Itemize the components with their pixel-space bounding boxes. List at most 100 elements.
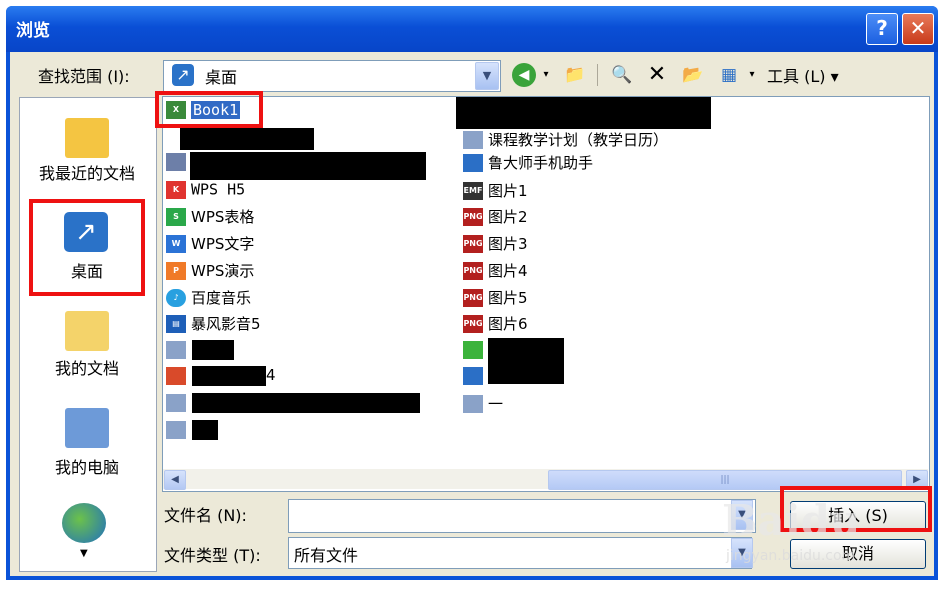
file-name: 图片4 [488, 262, 528, 280]
file-name: 一 [488, 395, 504, 413]
search-web-icon[interactable]: 🔍 [609, 63, 635, 87]
delete-icon[interactable]: ✕ [644, 63, 670, 87]
scroll-left-icon[interactable]: ◀ [164, 470, 186, 490]
close-button[interactable]: ✕ [902, 13, 934, 45]
my-computer-icon [65, 408, 109, 448]
png-file-icon: PNG [463, 288, 483, 307]
file-name: 图片6 [488, 315, 528, 333]
word-file-icon [166, 420, 186, 439]
file-name: 图片3 [488, 235, 528, 253]
shortcut-icon [166, 152, 186, 171]
file-name: WPS表格 [191, 208, 255, 226]
places-scroll-down-icon[interactable]: ▼ [80, 548, 88, 559]
list-item[interactable]: ♪ 百度音乐 [166, 287, 251, 308]
file-name: 暴风影音5 [191, 315, 261, 333]
filename-input[interactable] [288, 499, 756, 533]
chevron-down-icon[interactable]: ▼ [475, 62, 499, 90]
toolbar-separator [597, 64, 598, 86]
file-name: WPS演示 [191, 262, 255, 280]
look-in-value: 桌面 [205, 68, 238, 87]
views-dropdown-icon[interactable]: ▾ [746, 63, 758, 87]
watermark-url: jingyan.baidu.com [726, 548, 856, 564]
list-item[interactable] [463, 340, 488, 361]
list-item[interactable]: 一 [463, 393, 503, 414]
word-file-icon [166, 340, 186, 359]
redacted-region [190, 152, 426, 180]
file-name: 图片2 [488, 208, 528, 226]
filetype-value: 所有文件 [294, 546, 359, 565]
app-icon [463, 366, 483, 385]
wechat-icon [463, 340, 483, 359]
list-item[interactable] [166, 420, 191, 441]
up-folder-icon[interactable]: 📁 [562, 63, 588, 87]
wps-h5-icon: K [166, 180, 186, 199]
list-item[interactable] [166, 152, 191, 173]
list-item[interactable] [166, 366, 191, 387]
file-name: WPS H5 [191, 180, 246, 199]
list-item[interactable]: W WPS文字 [166, 233, 254, 254]
baidu-music-icon: ♪ [166, 288, 186, 307]
highlight-desktop [29, 199, 145, 296]
word-file-icon [463, 394, 483, 413]
filename-label: 文件名 (N): [164, 506, 247, 525]
wps-spreadsheet-icon: S [166, 207, 186, 226]
redacted-region [180, 128, 314, 150]
new-folder-icon[interactable]: 📂 [680, 63, 706, 87]
redacted-region [192, 420, 218, 440]
emf-file-icon: EMF [463, 181, 483, 200]
my-documents-icon [65, 311, 109, 351]
redacted-region [192, 393, 420, 413]
place-recent[interactable]: 我最近的文档 [19, 100, 155, 190]
list-item[interactable] [166, 340, 191, 361]
wps-writer-icon: W [166, 234, 186, 253]
title-bar[interactable] [6, 6, 938, 52]
file-name: 课程教学计划（教学日历） [488, 131, 669, 149]
file-name: 鲁大师手机助手 [488, 154, 594, 172]
list-item[interactable]: PNG 图片3 [463, 233, 528, 254]
file-name: 图片5 [488, 289, 528, 307]
back-dropdown-icon[interactable]: ▾ [540, 63, 552, 87]
redacted-region [192, 366, 266, 386]
place-my-documents[interactable]: 我的文档 [19, 305, 155, 385]
word-file-icon [166, 393, 186, 412]
list-item[interactable]: PNG 图片6 [463, 313, 528, 334]
list-item[interactable] [166, 393, 191, 414]
file-name: 百度音乐 [191, 289, 252, 307]
file-name-partial: 4 [266, 366, 276, 384]
back-icon[interactable]: ◀ [512, 63, 536, 87]
filetype-label: 文件类型 (T): [164, 546, 261, 565]
list-item[interactable]: S WPS表格 [166, 206, 254, 227]
redacted-region [456, 97, 711, 129]
list-item[interactable]: PNG 图片5 [463, 287, 528, 308]
highlight-book1 [155, 91, 263, 128]
png-file-icon: PNG [463, 207, 483, 226]
list-item[interactable]: P WPS演示 [166, 260, 254, 281]
desktop-icon: ↗ [172, 64, 194, 86]
place-my-computer[interactable]: 我的电脑 [19, 402, 155, 482]
png-file-icon: PNG [463, 314, 483, 333]
list-item[interactable]: EMF 图片1 [463, 180, 528, 201]
network-places-icon[interactable] [62, 503, 106, 543]
list-item[interactable]: PNG 图片4 [463, 260, 528, 281]
watermark-logo: Baidu [722, 496, 861, 545]
tools-menu[interactable]: 工具 (L) ▾ [767, 63, 839, 87]
window-title: 浏览 [16, 21, 50, 41]
list-item[interactable]: PNG 图片2 [463, 206, 528, 227]
place-label-my-documents: 我的文档 [54, 359, 119, 378]
redacted-region [192, 340, 234, 360]
file-name: WPS文字 [191, 235, 255, 253]
views-icon[interactable]: ▦ [716, 63, 742, 87]
list-item[interactable]: ▤ 暴风影音5 [166, 313, 261, 334]
ludashi-icon [463, 153, 483, 172]
list-item[interactable]: 课程教学计划（教学日历） [463, 129, 668, 150]
wps-presentation-icon: P [166, 261, 186, 280]
recent-documents-icon [65, 118, 109, 158]
place-label-my-computer: 我的电脑 [54, 458, 119, 477]
baofeng-player-icon: ▤ [166, 314, 186, 333]
look-in-label: 查找范围 (I): [38, 67, 130, 86]
list-item[interactable] [463, 366, 488, 387]
list-item[interactable]: 鲁大师手机助手 [463, 152, 593, 173]
word-file-icon [463, 130, 483, 149]
list-item[interactable]: K WPS H5 [166, 180, 245, 201]
help-button[interactable]: ? [866, 13, 898, 45]
